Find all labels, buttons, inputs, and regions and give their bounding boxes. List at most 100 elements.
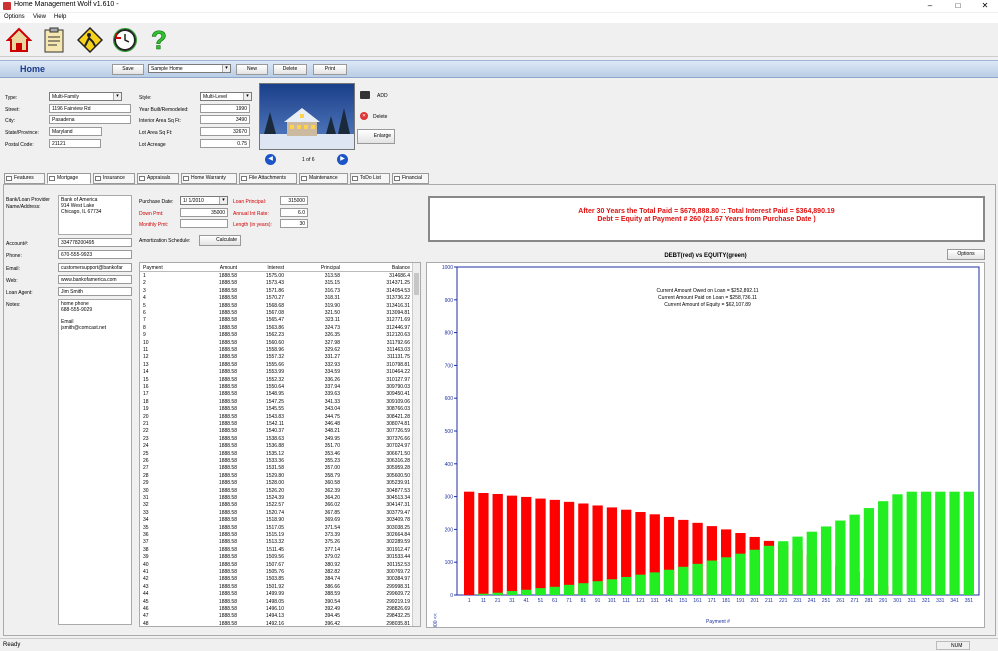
table-row[interactable]: 44 1888.58 1499.99 388.59 299609.72 [140, 591, 414, 598]
print-button[interactable]: Print [313, 64, 347, 75]
table-row[interactable]: 32 1888.58 1522.57 366.02 304147.31 [140, 502, 414, 509]
home-select[interactable]: Sample Home [148, 64, 231, 73]
table-row[interactable]: 27 1888.58 1531.58 357.00 305959.28 [140, 465, 414, 472]
table-row[interactable]: 19 1888.58 1545.55 343.04 308766.03 [140, 406, 414, 413]
tab-financial[interactable]: Financial [392, 173, 429, 184]
table-row[interactable]: 26 1888.58 1533.36 355.23 306316.28 [140, 458, 414, 465]
table-row[interactable]: 2 1888.58 1573.43 315.15 314371.25 [140, 280, 414, 287]
menu-help[interactable]: Help [54, 14, 66, 20]
menu-options[interactable]: Options [4, 14, 25, 20]
house-photo[interactable] [259, 83, 355, 150]
question-icon[interactable]: ? [145, 26, 173, 54]
table-row[interactable]: 39 1888.58 1509.56 379.02 301533.44 [140, 554, 414, 561]
table-row[interactable]: 48 1888.58 1492.16 396.42 298035.81 [140, 621, 414, 626]
table-row[interactable]: 10 1888.58 1560.60 327.98 311792.66 [140, 340, 414, 347]
table-row[interactable]: 8 1888.58 1563.86 324.73 312446.97 [140, 325, 414, 332]
email-input[interactable]: customersupport@bankofar [58, 263, 132, 272]
delete-photo-icon[interactable]: ✕ [360, 112, 368, 120]
city-input[interactable]: Pasadena [49, 115, 131, 124]
lot-input[interactable]: 32670 [200, 127, 250, 136]
phone-input[interactable]: 670-555-9923 [58, 250, 132, 259]
agent-input[interactable]: Jim Smith [58, 287, 132, 296]
table-row[interactable]: 31 1888.58 1524.39 364.20 304513.34 [140, 495, 414, 502]
web-input[interactable]: www.bankofamerica.com [58, 275, 132, 284]
enlarge-button[interactable]: Enlarge [357, 129, 395, 144]
table-row[interactable]: 24 1888.58 1536.88 351.70 307024.97 [140, 443, 414, 450]
table-row[interactable]: 28 1888.58 1529.80 358.79 305600.50 [140, 473, 414, 480]
table-row[interactable]: 16 1888.58 1550.64 337.94 309790.03 [140, 384, 414, 391]
tab-mortgage[interactable]: Mortgage [47, 173, 91, 184]
table-row[interactable]: 38 1888.58 1511.45 377.14 301912.47 [140, 547, 414, 554]
table-row[interactable]: 12 1888.58 1557.32 331.27 311131.75 [140, 354, 414, 361]
table-row[interactable]: 30 1888.58 1526.20 362.39 304877.53 [140, 488, 414, 495]
menu-view[interactable]: View [33, 14, 46, 20]
scroll-thumb[interactable] [414, 273, 419, 295]
table-row[interactable]: 41 1888.58 1505.76 382.82 300769.72 [140, 569, 414, 576]
style-select[interactable]: Multi-Level [200, 92, 252, 101]
save-button[interactable]: Save [112, 64, 144, 75]
delete-home-button[interactable]: Delete [273, 64, 307, 75]
table-row[interactable]: 20 1888.58 1543.83 344.75 308421.28 [140, 414, 414, 421]
table-row[interactable]: 3 1888.58 1571.86 316.73 314054.53 [140, 288, 414, 295]
notes-textarea[interactable]: home phone 688-555-9029 Email jsmith@com… [58, 299, 132, 625]
loan-length-input[interactable]: 30 [280, 219, 308, 228]
table-row[interactable]: 33 1888.58 1520.74 367.85 303779.47 [140, 510, 414, 517]
state-input[interactable]: Maryland [49, 127, 102, 136]
table-row[interactable]: 17 1888.58 1548.95 339.63 309450.41 [140, 391, 414, 398]
table-row[interactable]: 22 1888.58 1540.37 348.21 307726.59 [140, 428, 414, 435]
tab-file-attachments[interactable]: File Attachments [239, 173, 297, 184]
tab-todo-list[interactable]: ToDo List [350, 173, 390, 184]
new-button[interactable]: New [236, 64, 268, 75]
calculate-button[interactable]: Calculate [199, 235, 241, 246]
table-row[interactable]: 45 1888.58 1498.05 390.54 299219.19 [140, 599, 414, 606]
purchase-date-select[interactable]: 1/ 1/2010 [180, 196, 228, 205]
bank-address-box[interactable]: Bank of America 914 West Lake Chicago, I… [58, 195, 132, 235]
table-row[interactable]: 42 1888.58 1503.85 384.74 300384.97 [140, 576, 414, 583]
table-row[interactable]: 47 1888.58 1494.13 394.45 298432.25 [140, 613, 414, 620]
clock-arrow-icon[interactable] [111, 26, 139, 54]
camera-icon[interactable] [360, 91, 370, 99]
worker-sign-icon[interactable] [76, 26, 104, 54]
loan-principal-input[interactable]: 315000 [280, 196, 308, 205]
table-row[interactable]: 13 1888.58 1555.66 332.93 310798.81 [140, 362, 414, 369]
table-row[interactable]: 4 1888.58 1570.27 318.31 313736.22 [140, 295, 414, 302]
table-row[interactable]: 9 1888.58 1562.23 326.35 312120.63 [140, 332, 414, 339]
table-row[interactable]: 35 1888.58 1517.05 371.54 303038.25 [140, 525, 414, 532]
tab-insurance[interactable]: Insurance [93, 173, 135, 184]
house-icon[interactable] [5, 26, 33, 54]
table-row[interactable]: 34 1888.58 1518.90 369.69 303409.78 [140, 517, 414, 524]
table-row[interactable]: 36 1888.58 1515.19 373.39 302664.84 [140, 532, 414, 539]
table-row[interactable]: 37 1888.58 1513.32 375.26 302289.59 [140, 539, 414, 546]
tab-home-warranty[interactable]: Home Warranty [181, 173, 237, 184]
amortization-table[interactable]: Payment Amount Interest Principal Balanc… [139, 262, 421, 627]
monthly-payment-input[interactable] [180, 219, 228, 228]
table-row[interactable]: 7 1888.58 1565.47 323.11 312771.69 [140, 317, 414, 324]
tab-features[interactable]: Features [4, 173, 45, 184]
table-row[interactable]: 15 1888.58 1552.32 336.26 310127.97 [140, 377, 414, 384]
table-row[interactable]: 14 1888.58 1553.99 334.59 310464.22 [140, 369, 414, 376]
postal-input[interactable]: 21121 [49, 139, 101, 148]
table-row[interactable]: 21 1888.58 1542.11 346.48 308074.81 [140, 421, 414, 428]
add-photo-label[interactable]: ADD [377, 93, 388, 99]
table-row[interactable]: 18 1888.58 1547.25 341.33 309109.06 [140, 399, 414, 406]
acreage-input[interactable]: 0.75 [200, 139, 250, 148]
next-photo-icon[interactable]: ▶ [337, 154, 348, 165]
account-input[interactable]: 334778200495 [58, 238, 132, 247]
prev-photo-icon[interactable]: ◀ [265, 154, 276, 165]
table-row[interactable]: 6 1888.58 1567.08 321.50 313094.81 [140, 310, 414, 317]
table-row[interactable]: 25 1888.58 1535.12 353.46 306671.50 [140, 451, 414, 458]
area-input[interactable]: 3490 [200, 115, 250, 124]
tab-maintenance[interactable]: Maintenance [299, 173, 348, 184]
table-row[interactable]: 23 1888.58 1538.63 349.95 307376.66 [140, 436, 414, 443]
table-scrollbar[interactable] [412, 263, 420, 626]
table-row[interactable]: 5 1888.58 1568.68 319.90 313416.31 [140, 303, 414, 310]
close-icon[interactable]: ✕ [973, 0, 997, 12]
clipboard-icon[interactable] [40, 26, 68, 54]
interest-rate-input[interactable]: 6.0 [280, 208, 308, 217]
street-input[interactable]: 1196 Fairview Rd [49, 104, 131, 113]
table-row[interactable]: 29 1888.58 1528.00 360.58 305239.91 [140, 480, 414, 487]
year-input[interactable]: 1990 [200, 104, 250, 113]
maximize-icon[interactable]: □ [946, 0, 970, 12]
minimize-icon[interactable]: – [918, 0, 942, 12]
delete-photo-label[interactable]: Delete [373, 114, 387, 120]
